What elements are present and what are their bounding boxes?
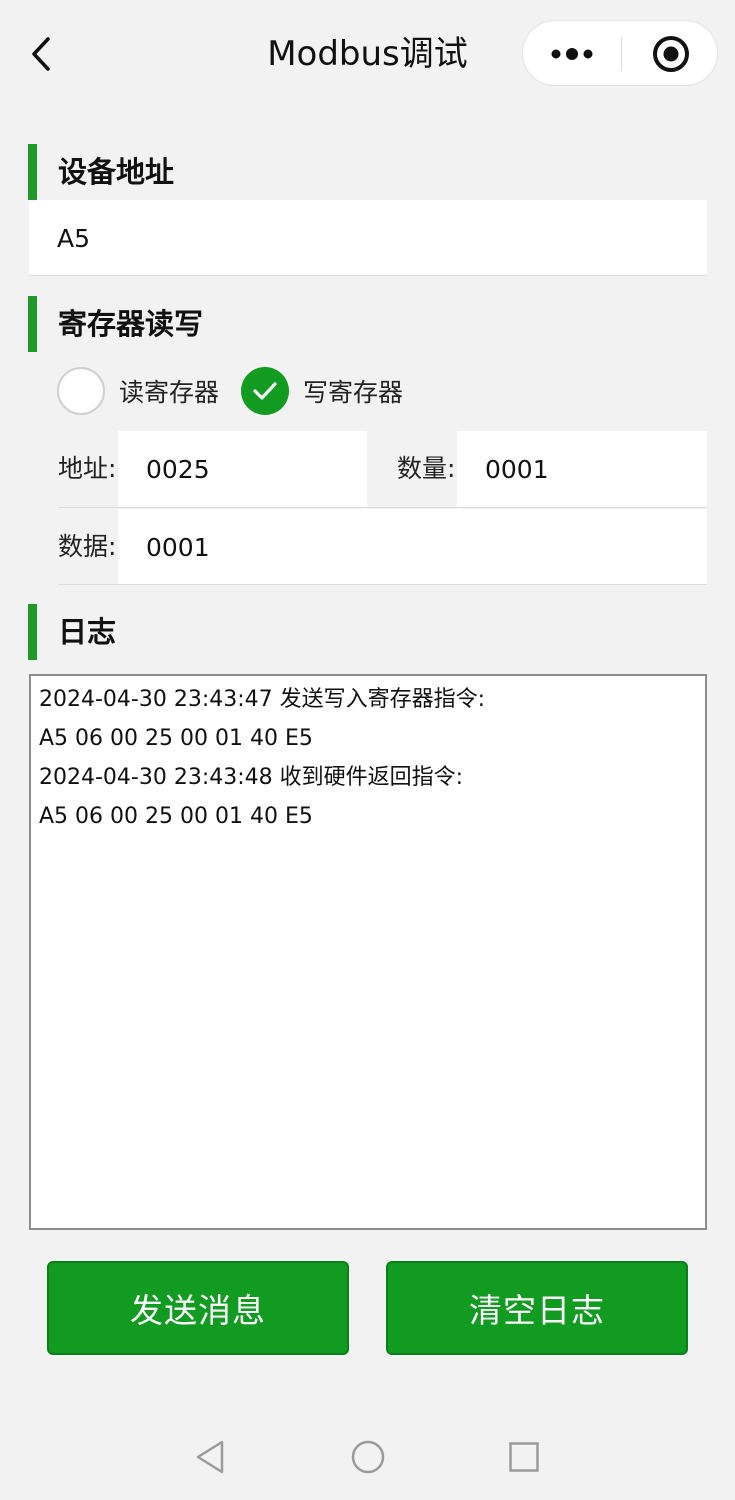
nav-back-icon [196,1440,224,1474]
radio-unchecked-icon [57,367,105,415]
section-accent-bar [28,604,37,660]
mini-program-capsule [522,20,718,86]
nav-recents-button[interactable] [499,1432,549,1482]
radio-write-label: 写寄存器 [303,378,404,407]
clear-log-button[interactable]: 清空日志 [386,1261,688,1355]
device-address-section-header: 设备地址 [28,144,708,200]
radio-write-register[interactable]: 写寄存器 [241,366,403,416]
register-address-input[interactable] [146,431,346,507]
address-label: 地址: [58,454,117,483]
radio-checked-icon [241,367,289,415]
log-line: A5 06 00 25 00 01 40 E5 [39,804,313,829]
log-line: 2024-04-30 23:43:47 发送写入寄存器指令: [39,687,486,712]
radio-read-label: 读寄存器 [119,378,220,407]
nav-recents-icon [509,1442,539,1472]
nav-home-button[interactable] [343,1432,393,1482]
send-message-button[interactable]: 发送消息 [47,1261,349,1355]
log-section-header: 日志 [28,604,708,660]
device-address-field[interactable] [29,200,707,276]
log-heading: 日志 [58,615,117,649]
data-label: 数据: [58,532,117,561]
row-divider [58,507,707,508]
count-label: 数量: [397,454,456,483]
register-address-field[interactable] [118,431,367,507]
register-count-input[interactable] [485,431,685,507]
register-section-header: 寄存器读写 [28,296,708,352]
device-address-input[interactable] [57,200,697,276]
radio-read-register[interactable]: 读寄存器 [57,366,219,416]
log-textarea[interactable]: 2024-04-30 23:43:47 发送写入寄存器指令: A5 06 00 … [29,674,707,1230]
register-data-input[interactable] [146,509,346,585]
register-heading: 寄存器读写 [58,307,204,341]
close-miniprogram-button[interactable] [622,21,719,87]
target-icon [652,36,689,72]
register-data-field[interactable] [118,509,707,585]
log-line: A5 06 00 25 00 01 40 E5 [39,726,313,751]
section-accent-bar [28,144,37,200]
section-accent-bar [28,296,37,352]
system-nav-bar [0,1412,735,1500]
nav-back-button[interactable] [185,1432,235,1482]
top-bar: Modbus调试 [0,0,735,100]
nav-home-icon [351,1440,385,1474]
more-dots-icon [551,48,593,60]
checkmark-icon [253,382,277,400]
register-count-field[interactable] [457,431,707,507]
log-line: 2024-04-30 23:43:48 收到硬件返回指令: [39,765,464,790]
row-divider [58,584,707,585]
more-button[interactable] [523,21,621,87]
device-address-heading: 设备地址 [58,155,175,189]
